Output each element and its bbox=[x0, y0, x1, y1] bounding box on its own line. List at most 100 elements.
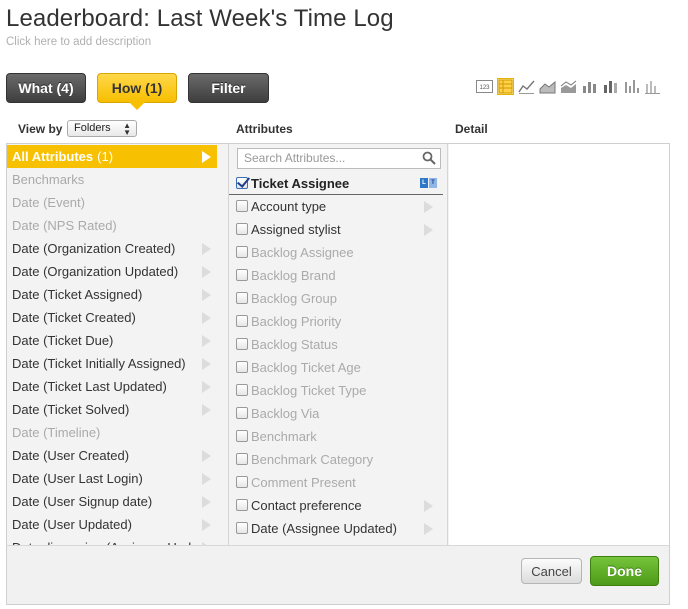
chevron-right-icon bbox=[202, 243, 211, 255]
folder-item[interactable]: Date dimension (Assignee Upd bbox=[7, 536, 217, 545]
attribute-item-label: Date (Assignee Updated) bbox=[251, 521, 397, 536]
chevron-right-icon bbox=[202, 473, 211, 485]
chevron-right-icon bbox=[202, 450, 211, 462]
select-arrows-icon: ▲ ▼ bbox=[123, 121, 131, 137]
attribute-item[interactable]: Benchmark bbox=[229, 425, 447, 448]
folder-item[interactable]: Date (Ticket Last Updated) bbox=[7, 375, 217, 398]
attribute-item-label: Assigned stylist bbox=[251, 222, 341, 237]
page-title[interactable]: Leaderboard: Last Week's Time Log bbox=[6, 5, 394, 33]
attribute-item-label: Backlog Group bbox=[251, 291, 337, 306]
done-button[interactable]: Done bbox=[590, 556, 659, 586]
attribute-checkbox[interactable] bbox=[236, 292, 248, 304]
active-tab-pointer bbox=[129, 102, 145, 110]
attribute-checkbox[interactable] bbox=[236, 361, 248, 373]
table-icon[interactable] bbox=[497, 78, 514, 95]
folder-item[interactable]: Date (Timeline) bbox=[7, 421, 217, 444]
folder-item-label: Date (Ticket Last Updated) bbox=[12, 379, 167, 394]
chevron-right-icon bbox=[202, 496, 211, 508]
attribute-checkbox[interactable] bbox=[236, 430, 248, 442]
attribute-item[interactable]: Comment Present bbox=[229, 471, 447, 494]
attribute-item[interactable]: Backlog Brand bbox=[229, 264, 447, 287]
attribute-checkbox[interactable] bbox=[236, 177, 248, 189]
chevron-right-icon bbox=[424, 523, 433, 535]
chevron-right-icon bbox=[202, 358, 211, 370]
attribute-item-label: Ticket Assignee bbox=[251, 176, 350, 191]
folder-item[interactable]: Date (User Signup date) bbox=[7, 490, 217, 513]
column-chart-icon[interactable] bbox=[623, 78, 640, 95]
number-icon[interactable]: 123 bbox=[476, 78, 493, 95]
chevron-right-icon bbox=[202, 151, 211, 163]
folder-item-label: Date (Ticket Initially Assigned) bbox=[12, 356, 186, 371]
attribute-checkbox[interactable] bbox=[236, 384, 248, 396]
attribute-item-label: Account type bbox=[251, 199, 327, 214]
area-chart-icon[interactable] bbox=[539, 78, 556, 95]
stacked-area-icon[interactable] bbox=[560, 78, 577, 95]
attribute-item[interactable]: Backlog Ticket Type bbox=[229, 379, 447, 402]
folder-item[interactable]: Date (Ticket Solved) bbox=[7, 398, 217, 421]
attribute-item[interactable]: Backlog Ticket Age bbox=[229, 356, 447, 379]
folder-item[interactable]: Date (User Created) bbox=[7, 444, 217, 467]
attribute-item[interactable]: Backlog Priority bbox=[229, 310, 447, 333]
tab-filter[interactable]: Filter bbox=[188, 73, 269, 103]
attribute-checkbox[interactable] bbox=[236, 246, 248, 258]
attribute-checkbox[interactable] bbox=[236, 223, 248, 235]
attribute-checkbox[interactable] bbox=[236, 522, 248, 534]
folder-item[interactable]: All Attributes (1) bbox=[7, 145, 217, 168]
stacked-bar-icon[interactable] bbox=[602, 78, 619, 95]
badge-l: L bbox=[420, 178, 428, 188]
attribute-item[interactable]: Backlog Assignee bbox=[229, 241, 447, 264]
chevron-right-icon bbox=[202, 381, 211, 393]
folder-item-label: All Attributes bbox=[12, 149, 94, 164]
description-placeholder[interactable]: Click here to add description bbox=[6, 36, 151, 48]
folder-list: All Attributes (1) Benchmarks Date (Event) D… bbox=[7, 145, 217, 545]
attribute-item[interactable]: Backlog Group bbox=[229, 287, 447, 310]
cancel-button[interactable]: Cancel bbox=[521, 558, 582, 584]
folder-item[interactable]: Date (Event) bbox=[7, 191, 217, 214]
attribute-checkbox[interactable] bbox=[236, 338, 248, 350]
folder-item[interactable]: Date (Ticket Due) bbox=[7, 329, 217, 352]
folder-item[interactable]: Date (Organization Created) bbox=[7, 237, 217, 260]
chevron-right-icon bbox=[424, 224, 433, 236]
attribute-search-input[interactable]: Search Attributes... bbox=[237, 148, 441, 169]
cancel-button-label: Cancel bbox=[531, 563, 572, 579]
view-by-select[interactable]: Folders ▲ ▼ bbox=[67, 120, 137, 137]
search-icon[interactable] bbox=[422, 151, 436, 168]
attribute-checkbox[interactable] bbox=[236, 453, 248, 465]
chevron-right-icon bbox=[202, 335, 211, 347]
folder-item-label: Date (Ticket Due) bbox=[12, 333, 114, 348]
folder-item[interactable]: Date (Ticket Created) bbox=[7, 306, 217, 329]
attribute-checkbox[interactable] bbox=[236, 269, 248, 281]
folder-item-label: Date (Organization Created) bbox=[12, 241, 176, 256]
folder-item[interactable]: Benchmarks bbox=[7, 168, 217, 191]
tab-how[interactable]: How (1) bbox=[97, 73, 177, 110]
attribute-item[interactable]: Account type bbox=[229, 195, 447, 218]
folder-item[interactable]: Date (User Updated) bbox=[7, 513, 217, 536]
attribute-item[interactable]: Assigned stylist bbox=[229, 218, 447, 241]
chevron-right-icon bbox=[202, 289, 211, 301]
folder-item-label: Date (Ticket Created) bbox=[12, 310, 136, 325]
folder-item[interactable]: Date (Organization Updated) bbox=[7, 260, 217, 283]
attribute-checkbox[interactable] bbox=[236, 315, 248, 327]
folder-item[interactable]: Date (NPS Rated) bbox=[7, 214, 217, 237]
attribute-item[interactable]: Backlog Status bbox=[229, 333, 447, 356]
bar-chart-icon[interactable] bbox=[581, 78, 598, 95]
attribute-checkbox[interactable] bbox=[236, 499, 248, 511]
lt-badge-icon: LT bbox=[420, 178, 437, 188]
attribute-checkbox[interactable] bbox=[236, 407, 248, 419]
folder-item[interactable]: Date (User Last Login) bbox=[7, 467, 217, 490]
attribute-item[interactable]: Contact preference bbox=[229, 494, 447, 517]
attribute-checkbox[interactable] bbox=[236, 200, 248, 212]
attribute-item-label: Backlog Brand bbox=[251, 268, 336, 283]
attribute-item[interactable]: Benchmark Category bbox=[229, 448, 447, 471]
column-stacked-icon[interactable] bbox=[644, 78, 661, 95]
attribute-item[interactable]: Backlog Via bbox=[229, 402, 447, 425]
line-chart-icon[interactable] bbox=[518, 78, 535, 95]
done-button-label: Done bbox=[607, 563, 642, 579]
attribute-item[interactable]: Ticket Assignee L T bbox=[229, 172, 443, 195]
tab-what[interactable]: What (4) bbox=[6, 73, 86, 103]
folder-item[interactable]: Date (Ticket Initially Assigned) bbox=[7, 352, 217, 375]
attribute-checkbox[interactable] bbox=[236, 476, 248, 488]
attribute-item[interactable]: Date (Assignee Updated) bbox=[229, 517, 447, 540]
folder-item[interactable]: Date (Ticket Assigned) bbox=[7, 283, 217, 306]
attribute-item-label: Backlog Ticket Age bbox=[251, 360, 361, 375]
